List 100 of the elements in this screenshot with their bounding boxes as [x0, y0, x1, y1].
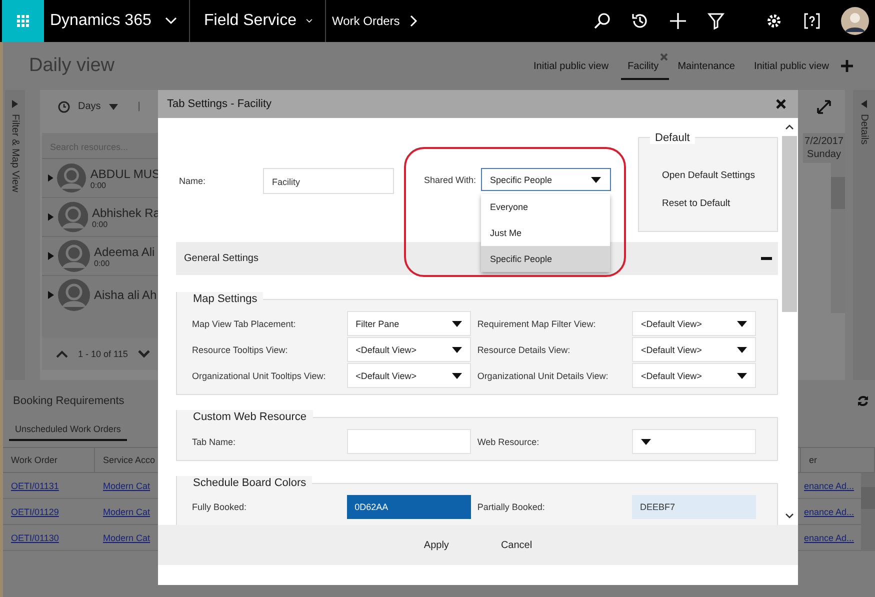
section-title: Booking Requirements — [13, 395, 124, 407]
field-label: Organizational Unit Tooltips View: — [192, 370, 327, 380]
resource-name: Adeema Ali — [94, 244, 155, 258]
avatar-icon — [58, 201, 88, 233]
settings-icon[interactable] — [765, 12, 783, 30]
expand-icon[interactable] — [48, 174, 54, 182]
tab[interactable]: Unscheduled Work Orders — [9, 420, 127, 441]
account-link[interactable]: Modern Cat — [103, 532, 150, 542]
resource-hours: 0:00 — [90, 180, 107, 190]
work-order-link[interactable]: OETI/01129 — [11, 506, 59, 516]
field-label: Fully Booked: — [192, 502, 248, 512]
dialog-button[interactable]: Cancel — [490, 536, 542, 554]
dropdown[interactable]: <Default View> — [632, 363, 756, 388]
shared-with-dropdown[interactable]: Specific People — [481, 168, 611, 191]
scrollbar[interactable] — [861, 473, 875, 551]
account-link[interactable]: Modern Cat — [103, 506, 150, 516]
view-tab[interactable]: Maintenance — [670, 52, 745, 80]
caret-icon — [736, 320, 747, 326]
close-icon[interactable] — [776, 99, 786, 109]
date-text: 7/2/2017 — [804, 136, 844, 147]
details-pane-label: Details — [858, 114, 870, 145]
filter-icon[interactable] — [707, 12, 725, 30]
field-label: Map View Tab Placement: — [192, 318, 297, 328]
caret-icon[interactable] — [108, 104, 118, 110]
name-field[interactable]: Facility — [263, 168, 394, 194]
resource-name: Aisha ali Ah — [94, 288, 157, 302]
avatar-icon — [57, 162, 86, 194]
action-link[interactable]: Reset to Default — [662, 198, 777, 209]
caret-icon — [591, 176, 601, 182]
action-link[interactable]: Open Default Settings — [662, 170, 777, 181]
chevron-up-icon[interactable] — [785, 124, 794, 130]
avatar-icon[interactable] — [841, 7, 869, 35]
collapse-icon — [861, 100, 867, 108]
field-label: Web Resource: — [477, 436, 540, 446]
chevron-right-icon[interactable] — [410, 15, 418, 27]
grid-icon — [17, 15, 29, 27]
view-tab[interactable]: Facility — [620, 52, 669, 80]
caret-icon — [452, 320, 462, 326]
time-scale-label[interactable]: Days — [78, 101, 101, 112]
avatar-icon — [58, 240, 90, 272]
breadcrumb-link[interactable]: Work Orders — [332, 14, 400, 28]
input-field[interactable] — [346, 429, 471, 454]
search-icon[interactable] — [593, 12, 611, 30]
column-header: Work Order — [3, 448, 95, 473]
caret-icon — [736, 346, 747, 352]
expand-icon[interactable] — [817, 100, 831, 114]
caret-icon — [640, 438, 651, 444]
details-pane-toggle[interactable]: Details — [853, 90, 875, 380]
clock-icon — [58, 100, 70, 112]
weekday-text: Sunday — [807, 149, 841, 160]
dropdown[interactable]: <Default View> — [346, 363, 471, 388]
app-name: Dynamics 365 — [50, 12, 152, 30]
table-link[interactable]: enance Ad... — [804, 532, 854, 542]
dialog-title: Tab Settings - Facility — [167, 98, 272, 110]
dialog-button[interactable]: Apply — [414, 536, 459, 554]
chevron-down-icon[interactable] — [306, 17, 313, 25]
field-label: Partially Booked: — [477, 502, 546, 512]
filter-pane-label: Filter & Map View — [10, 114, 20, 192]
resource-hours: 0:00 — [92, 220, 109, 228]
dropdown-option[interactable]: Specific People — [481, 246, 610, 272]
refresh-icon[interactable] — [857, 395, 869, 407]
dropdown[interactable]: <Default View> — [632, 337, 756, 362]
field-label: Tab Name: — [192, 436, 237, 446]
module-name: Field Service — [204, 12, 296, 30]
expand-icon[interactable] — [48, 291, 54, 299]
caret-icon — [452, 346, 462, 352]
color-field[interactable]: 0D62AA — [346, 495, 471, 519]
section-title: General Settings — [184, 253, 258, 264]
help-icon[interactable] — [803, 12, 821, 30]
dropdown-option[interactable]: Everyone — [481, 194, 610, 220]
field-label: Requirement Map Filter View: — [477, 318, 597, 328]
field-label: Resource Tooltips View: — [192, 344, 289, 354]
separator: | — [138, 101, 140, 112]
field-label: Shared With: — [424, 174, 478, 184]
history-icon[interactable] — [631, 12, 649, 30]
expand-icon[interactable] — [48, 252, 54, 260]
dropdown[interactable]: Filter Pane — [346, 311, 471, 336]
caret-icon — [452, 372, 462, 378]
work-order-link[interactable]: OETI/01130 — [11, 532, 59, 542]
avatar-icon — [58, 279, 90, 311]
account-link[interactable]: Modern Cat — [103, 480, 150, 490]
table-link[interactable]: enance Ad... — [804, 480, 854, 490]
caret-icon — [736, 372, 747, 378]
column-header: er — [801, 448, 875, 473]
field-label: Resource Details View: — [477, 344, 572, 354]
filter-pane-toggle[interactable]: Filter & Map View — [5, 90, 25, 380]
work-order-link[interactable]: OETI/01131 — [11, 480, 59, 490]
resource-hours: 0:00 — [94, 258, 111, 268]
dropdown[interactable]: <Default View> — [346, 337, 471, 362]
pager-text: 1 - 10 of 115 — [78, 349, 128, 359]
expand-icon[interactable] — [48, 213, 54, 221]
expand-icon — [12, 100, 18, 108]
table-link[interactable]: enance Ad... — [804, 506, 854, 516]
color-field[interactable]: DEEBF7 — [632, 495, 756, 519]
panel-title: Default — [650, 132, 695, 144]
view-tab[interactable]: Initial public view — [746, 52, 839, 80]
view-tab[interactable]: Initial public view — [526, 52, 619, 80]
dropdown[interactable]: <Default View> — [632, 311, 756, 336]
chevron-down-icon[interactable] — [785, 513, 794, 519]
field-label: Name: — [179, 176, 207, 186]
